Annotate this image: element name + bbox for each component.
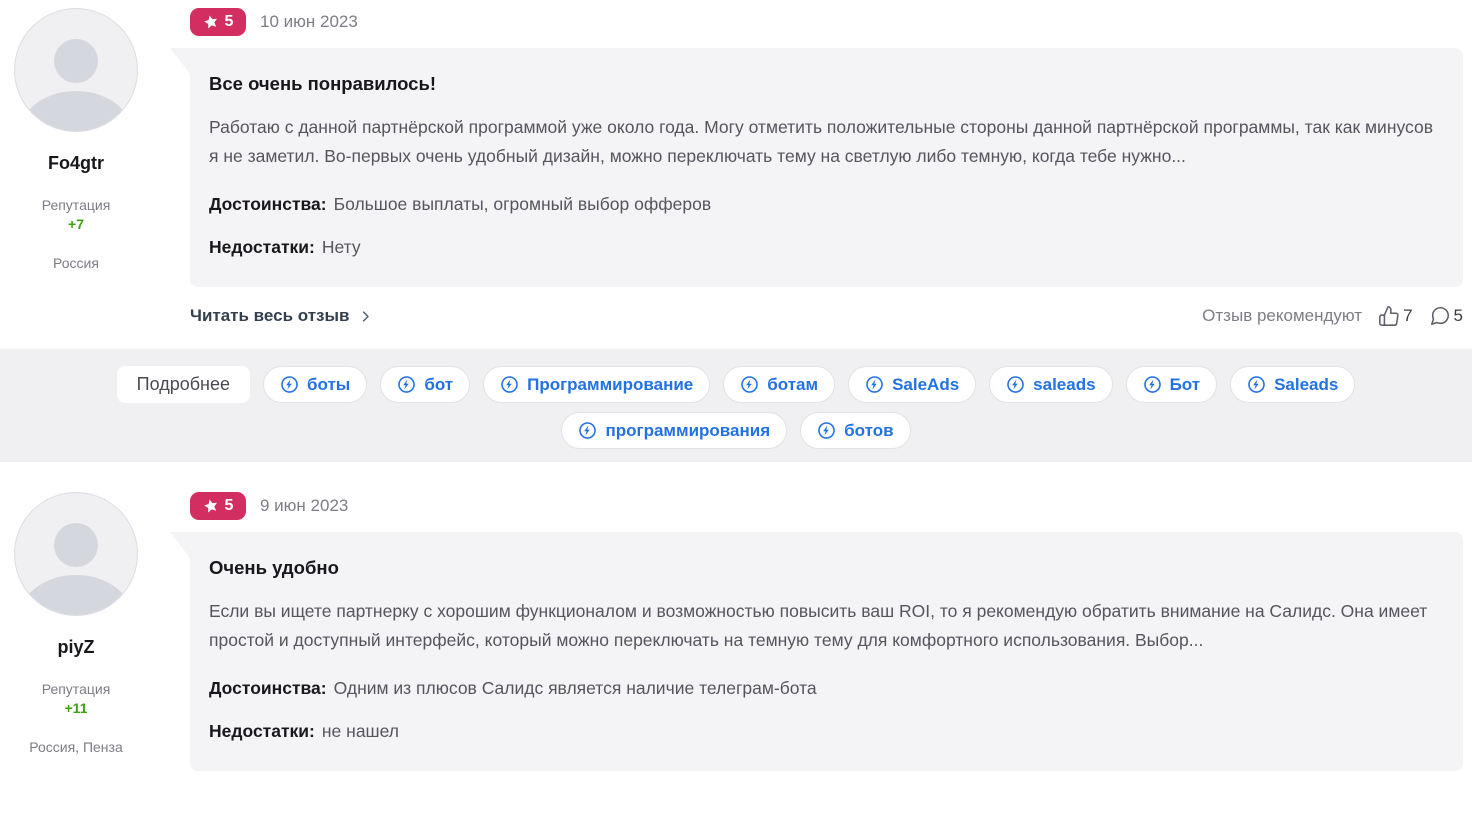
review-bubble: Очень удобно Если вы ищете партнерку с х… [190,532,1463,771]
person-icon [20,575,132,616]
reputation-label: Репутация [42,197,111,213]
pros-label: Достоинства: [209,678,327,698]
tag-label: боты [307,375,350,395]
person-icon [54,523,98,567]
lightning-icon [817,421,836,440]
tag-label: Бот [1170,375,1201,395]
review-date: 9 июн 2023 [260,496,348,516]
user-location: Россия, Пенза [29,739,122,755]
review-card: Fo4gtr Репутация +7 Россия 5 10 июн 2023… [0,8,1472,330]
user-avatar[interactable] [14,492,138,616]
rating-badge: 5 [190,8,246,36]
recommend-block: Отзыв рекомендуют 7 5 [1202,305,1463,327]
star-icon [201,497,220,516]
review-body: Работаю с данной партнёрской программой … [209,113,1433,171]
tag-pill[interactable]: боты [263,366,367,403]
read-more-label: Читать весь отзыв [190,306,349,326]
pros-text: Одним из плюсов Салидс является наличие … [334,678,817,698]
pros-line: Достоинства: Одним из плюсов Салидс являе… [209,678,1433,699]
pros-line: Достоинства: Большое выплаты, огромный вы… [209,194,1433,215]
username-link[interactable]: Fo4gtr [48,153,104,174]
star-icon [201,13,220,32]
username-link[interactable]: piyZ [57,637,94,658]
reputation-value: +7 [68,216,84,232]
review-card: piyZ Репутация +11 Россия, Пенза 5 9 июн… [0,492,1472,771]
comments-button[interactable]: 5 [1429,305,1463,327]
reputation-label: Репутация [42,681,111,697]
lightning-icon [500,375,519,394]
cons-label: Недостатки: [209,721,315,741]
review-date: 10 июн 2023 [260,12,358,32]
comment-icon [1429,305,1451,327]
tag-label: SaleAds [892,375,959,395]
lightning-icon [280,375,299,394]
read-more-link[interactable]: Читать весь отзыв [190,306,373,326]
lightning-icon [865,375,884,394]
tags-bar: Подробнее боты бот Программирование бота… [0,349,1472,462]
tag-label: ботов [844,421,893,441]
lightning-icon [578,421,597,440]
lightning-icon [1143,375,1162,394]
review-author-column: piyZ Репутация +11 Россия, Пенза [0,492,152,755]
review-title: Очень удобно [209,557,1433,579]
tag-pill[interactable]: ботов [800,412,910,449]
tag-pill[interactable]: ботам [723,366,835,403]
tag-label: бот [424,375,453,395]
review-header: 5 10 июн 2023 [190,8,1463,36]
like-count: 7 [1403,306,1412,326]
tag-pill[interactable]: Saleads [1230,366,1355,403]
tag-pill[interactable]: Бот [1126,366,1218,403]
lightning-icon [1247,375,1266,394]
cons-line: Недостатки: не нашел [209,721,1433,742]
review-title: Все очень понравилось! [209,73,1433,95]
comment-count: 5 [1454,306,1463,326]
thumbs-up-icon [1378,305,1400,327]
lightning-icon [397,375,416,394]
rating-value: 5 [225,14,234,30]
review-main: 5 10 июн 2023 Все очень понравилось! Раб… [152,8,1472,330]
cons-label: Недостатки: [209,237,315,257]
person-icon [54,39,98,83]
chevron-right-icon [358,309,373,324]
person-icon [20,91,132,132]
cons-line: Недостатки: Нету [209,237,1433,258]
reviews-page: Fo4gtr Репутация +7 Россия 5 10 июн 2023… [0,0,1472,771]
cons-text: не нашел [322,721,399,741]
pros-text: Большое выплаты, огромный выбор офферов [334,194,712,214]
review-body: Если вы ищете партнерку с хорошим функци… [209,597,1433,655]
pros-label: Достоинства: [209,194,327,214]
tag-pill[interactable]: saleads [989,366,1112,403]
tag-pill[interactable]: SaleAds [848,366,976,403]
recommend-label: Отзыв рекомендуют [1202,306,1362,326]
rating-value: 5 [225,498,234,514]
more-button[interactable]: Подробнее [117,366,250,403]
tag-label: программирования [605,421,770,441]
rating-badge: 5 [190,492,246,520]
tag-pill[interactable]: Программирование [483,366,710,403]
review-footer: Читать весь отзыв Отзыв рекомендуют 7 5 [190,302,1463,330]
lightning-icon [740,375,759,394]
review-header: 5 9 июн 2023 [190,492,1463,520]
cons-text: Нету [322,237,361,257]
lightning-icon [1006,375,1025,394]
user-location: Россия [53,255,99,271]
tag-label: ботам [767,375,818,395]
tag-label: Программирование [527,375,693,395]
user-avatar[interactable] [14,8,138,132]
review-author-column: Fo4gtr Репутация +7 Россия [0,8,152,271]
reputation-value: +11 [65,700,88,716]
tag-label: Saleads [1274,375,1338,395]
review-main: 5 9 июн 2023 Очень удобно Если вы ищете … [152,492,1472,771]
like-button[interactable]: 7 [1378,305,1412,327]
tag-pill[interactable]: бот [380,366,470,403]
review-bubble: Все очень понравилось! Работаю с данной … [190,48,1463,287]
tag-label: saleads [1033,375,1095,395]
tag-pill[interactable]: программирования [561,412,787,449]
